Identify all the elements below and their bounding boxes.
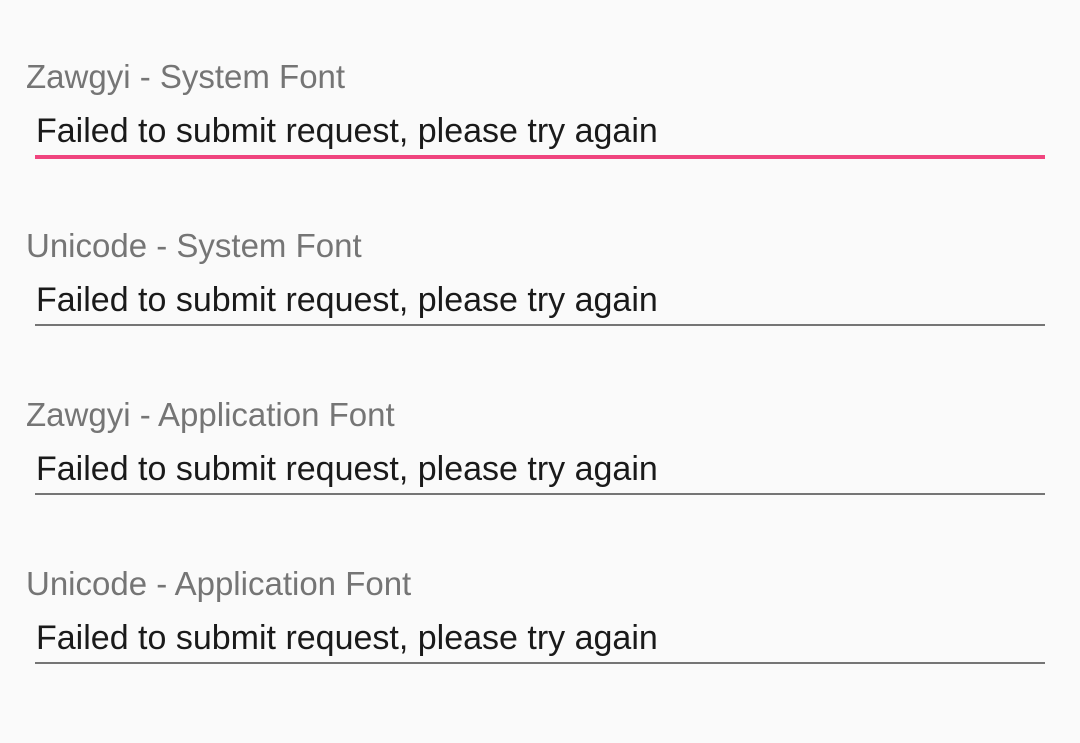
field-label: Unicode - Application Font — [26, 565, 412, 602]
text-input[interactable]: Failed to submit request, please try aga… — [35, 278, 1045, 326]
text-input[interactable]: Failed to submit request, please try aga… — [35, 616, 1045, 664]
field-label: Unicode - System Font — [26, 227, 362, 264]
field-label: Zawgyi - System Font — [26, 58, 346, 95]
text-input[interactable]: Failed to submit request, please try aga… — [35, 109, 1045, 159]
field-label: Zawgyi - Application Font — [26, 396, 395, 433]
text-input[interactable]: Failed to submit request, please try aga… — [35, 447, 1045, 495]
